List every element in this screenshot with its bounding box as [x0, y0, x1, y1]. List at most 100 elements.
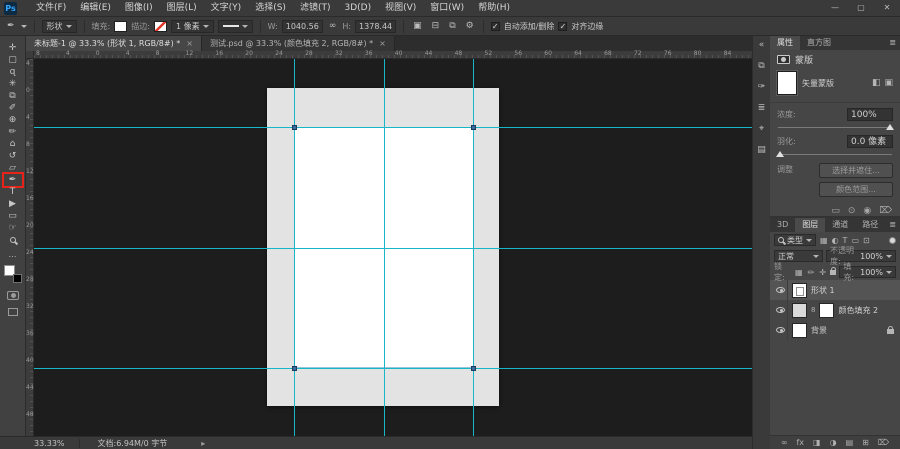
- filter-type-layers-icon[interactable]: T: [842, 236, 849, 245]
- layer-thumbnail[interactable]: [792, 322, 807, 338]
- brush-settings-icon[interactable]: ✑: [758, 82, 766, 92]
- filter-toggle-icon[interactable]: [889, 236, 896, 244]
- move-tool[interactable]: ✛: [4, 42, 22, 54]
- feather-field[interactable]: 0.0 像素: [847, 134, 893, 148]
- stroke-swatch[interactable]: [153, 20, 167, 32]
- layer-row-background[interactable]: 背景: [770, 320, 900, 340]
- healing-brush-tool[interactable]: ⊕: [4, 114, 22, 126]
- menu-item-7[interactable]: 3D(D): [337, 0, 378, 16]
- visibility-cell[interactable]: [774, 300, 788, 320]
- filter-pixel-layers-icon[interactable]: ▦: [819, 236, 829, 245]
- history-brush-tool[interactable]: ↺: [4, 150, 22, 162]
- gear-icon[interactable]: ⚙: [464, 21, 476, 31]
- path-operations-icon[interactable]: ▣: [411, 21, 424, 31]
- link-layers-icon[interactable]: ∞: [781, 438, 788, 447]
- width-field[interactable]: 1040.56: [281, 19, 323, 33]
- tab-layers[interactable]: 图层: [795, 218, 826, 232]
- tab-3d[interactable]: 3D: [770, 218, 795, 232]
- layer-row-color-fill-2[interactable]: 8 颜色填充 2: [770, 300, 900, 320]
- fill-swatch[interactable]: [114, 20, 128, 32]
- filter-adjustment-layers-icon[interactable]: ◐: [831, 236, 840, 245]
- zoom-tool[interactable]: [4, 234, 22, 246]
- marquee-tool[interactable]: ▢: [4, 54, 22, 66]
- toggle-mask-icon[interactable]: ◉: [863, 206, 871, 216]
- maximize-button[interactable]: ▢: [848, 0, 874, 16]
- lock-position-icon[interactable]: ✛: [818, 268, 827, 277]
- lock-transparency-icon[interactable]: ▦: [794, 268, 804, 277]
- path-anchor-point[interactable]: [292, 125, 297, 130]
- add-layer-mask-icon[interactable]: ◨: [813, 438, 821, 447]
- menu-item-1[interactable]: 编辑(E): [73, 0, 118, 16]
- panel-menu-icon[interactable]: ≣: [885, 218, 900, 232]
- stroke-type-dropdown[interactable]: [217, 19, 253, 33]
- filter-shape-layers-icon[interactable]: ▭: [850, 236, 860, 245]
- align-edges-checkbox[interactable]: ✓: [558, 21, 568, 31]
- menu-item-0[interactable]: 文件(F): [29, 0, 73, 16]
- minimize-button[interactable]: —: [822, 0, 848, 16]
- lock-pixels-icon[interactable]: ✏: [807, 268, 816, 277]
- edit-toolbar-icon[interactable]: …: [9, 250, 17, 259]
- opacity-dropdown[interactable]: 不透明度: 100%: [826, 246, 896, 266]
- new-layer-icon[interactable]: ⊞: [862, 438, 869, 447]
- type-tool[interactable]: T: [4, 186, 22, 198]
- clone-source-icon[interactable]: ⌖: [759, 124, 764, 134]
- horizontal-guide[interactable]: [34, 368, 752, 369]
- feather-slider-thumb[interactable]: [776, 151, 784, 157]
- add-pixel-mask-icon[interactable]: ◧: [872, 78, 881, 88]
- lock-all-icon[interactable]: [829, 266, 837, 275]
- add-vector-mask-icon[interactable]: ▣: [884, 78, 893, 88]
- select-and-mask-button[interactable]: 选择并遮住...: [819, 163, 893, 178]
- visibility-cell[interactable]: [774, 280, 788, 300]
- ruler-origin[interactable]: [26, 51, 34, 59]
- close-tab-icon[interactable]: ×: [379, 36, 386, 51]
- horizontal-guide[interactable]: [34, 127, 752, 128]
- tool-preset-caret-icon[interactable]: [20, 24, 27, 28]
- stroke-width-dropdown[interactable]: 1 像素: [170, 19, 214, 33]
- menu-item-6[interactable]: 滤镜(T): [293, 0, 338, 16]
- path-anchor-point[interactable]: [292, 366, 297, 371]
- path-selection-tool[interactable]: ▶: [4, 198, 22, 210]
- quick-selection-tool[interactable]: ✳: [4, 78, 22, 90]
- path-alignment-icon[interactable]: ⊟: [430, 21, 442, 31]
- document-tab-test-psd[interactable]: 测试.psd @ 33.3% (颜色填充 2, RGB/8#) * ×: [201, 36, 395, 51]
- menu-item-2[interactable]: 图像(I): [118, 0, 160, 16]
- menu-item-4[interactable]: 文字(Y): [204, 0, 249, 16]
- brush-tool[interactable]: ✏: [4, 126, 22, 138]
- lasso-tool[interactable]: ɋ: [4, 66, 22, 78]
- zoom-level-field[interactable]: 33.33%: [34, 438, 80, 448]
- canvas-view[interactable]: [34, 59, 752, 436]
- path-arrangement-icon[interactable]: ⧉: [447, 21, 457, 31]
- filter-type-dropdown[interactable]: 类型: [774, 234, 816, 246]
- auto-add-delete-checkbox[interactable]: ✓: [490, 21, 500, 31]
- clone-stamp-tool[interactable]: ⌂: [4, 138, 22, 150]
- density-field[interactable]: 100%: [847, 107, 893, 121]
- layer-effects-icon[interactable]: fx: [796, 438, 804, 447]
- vertical-ruler[interactable]: 4 0 4 8 12 16 20 24 28 32 36 40 44 48: [26, 59, 34, 436]
- tab-properties[interactable]: 属性: [770, 36, 800, 50]
- crop-tool[interactable]: ⧉: [4, 90, 22, 102]
- layer-thumbnail[interactable]: [792, 282, 807, 298]
- eraser-tool[interactable]: ▱: [4, 162, 22, 174]
- status-expand-icon[interactable]: ▸: [201, 439, 205, 448]
- menu-item-3[interactable]: 图层(L): [160, 0, 204, 16]
- document-tab-untitled[interactable]: 未标题-1 @ 33.3% (形状 1, RGB/8#) * ×: [26, 36, 202, 51]
- screen-mode-icon[interactable]: [7, 308, 18, 316]
- path-anchor-point[interactable]: [471, 366, 476, 371]
- tab-histogram[interactable]: 直方图: [800, 36, 838, 50]
- new-group-icon[interactable]: ▤: [846, 438, 854, 447]
- filter-smart-objects-icon[interactable]: ⊡: [862, 236, 871, 245]
- close-button[interactable]: ✕: [874, 0, 900, 16]
- pen-tool[interactable]: ✒: [4, 174, 22, 186]
- rectangle-tool[interactable]: ▭: [4, 210, 22, 222]
- history-panel-icon[interactable]: ⧉: [758, 61, 764, 71]
- menu-item-10[interactable]: 帮助(H): [471, 0, 517, 16]
- libraries-panel-icon[interactable]: ▤: [757, 145, 766, 155]
- horizontal-guide[interactable]: [34, 248, 752, 249]
- brushes-panel-icon[interactable]: ≣: [758, 103, 766, 113]
- horizontal-ruler[interactable]: 8 4 0 4 8 12 16 20 24 28 32 36 40 44 48 52 56 60 64 68 72 76 8…: [34, 51, 752, 59]
- menu-item-8[interactable]: 视图(V): [378, 0, 423, 16]
- load-selection-icon[interactable]: ▭: [831, 206, 840, 216]
- hand-tool[interactable]: ☞: [4, 222, 22, 234]
- pen-tool-preset-icon[interactable]: ✒: [5, 21, 17, 31]
- link-dimensions-icon[interactable]: ∞: [327, 21, 339, 31]
